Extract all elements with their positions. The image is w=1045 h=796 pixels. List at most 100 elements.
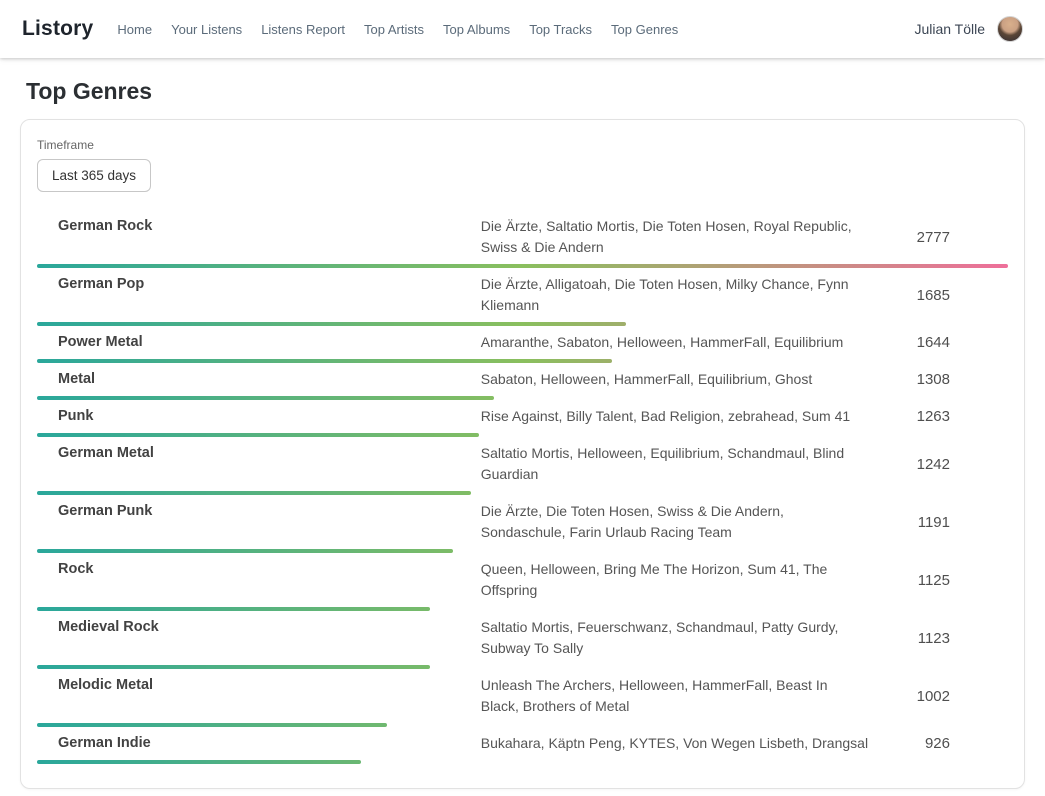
genre-row-main: PunkRise Against, Billy Talent, Bad Reli…	[37, 406, 1008, 427]
nav-item-home[interactable]: Home	[117, 22, 152, 37]
nav-item-top-genres[interactable]: Top Genres	[611, 22, 678, 37]
genre-bar-track	[37, 322, 1008, 326]
genre-bar-fill	[37, 723, 387, 727]
genre-bar-fill	[37, 359, 612, 363]
genre-count-value: 1125	[869, 572, 1008, 589]
genre-artists-label: Die Ärzte, Alligatoah, Die Toten Hosen, …	[481, 274, 869, 316]
genre-row-main: German IndieBukahara, Käptn Peng, KYTES,…	[37, 733, 1008, 754]
top-navbar: Listory Home Your Listens Listens Report To…	[0, 0, 1045, 58]
genre-row-main: MetalSabaton, Helloween, HammerFall, Equ…	[37, 369, 1008, 390]
nav-item-top-tracks[interactable]: Top Tracks	[529, 22, 592, 37]
genre-bar-track	[37, 607, 1008, 611]
genre-row: Medieval RockSaltatio Mortis, Feuerschwa…	[37, 617, 1008, 669]
app-logo[interactable]: Listory	[22, 17, 93, 41]
genre-count-value: 1644	[869, 334, 1008, 351]
genre-bar-track	[37, 264, 1008, 268]
genre-bar-track	[37, 723, 1008, 727]
genre-row-main: Medieval RockSaltatio Mortis, Feuerschwa…	[37, 617, 1008, 659]
genre-name-label: Medieval Rock	[37, 617, 481, 637]
genre-row-main: Melodic MetalUnleash The Archers, Hellow…	[37, 675, 1008, 717]
genre-bar-gradient	[37, 433, 479, 437]
genre-bar-fill	[37, 549, 453, 553]
genre-bar-gradient	[37, 760, 361, 764]
genre-bar-track	[37, 760, 1008, 764]
genre-bar-gradient	[37, 607, 430, 611]
genre-bar-gradient	[37, 549, 453, 553]
genre-artists-label: Bukahara, Käptn Peng, KYTES, Von Wegen L…	[481, 733, 869, 754]
genre-row-main: German RockDie Ärzte, Saltatio Mortis, D…	[37, 216, 1008, 258]
genre-bar-track	[37, 549, 1008, 553]
genre-count-value: 1263	[869, 408, 1008, 425]
nav-item-listens-report[interactable]: Listens Report	[261, 22, 345, 37]
genre-row: German MetalSaltatio Mortis, Helloween, …	[37, 443, 1008, 495]
genre-row: MetalSabaton, Helloween, HammerFall, Equ…	[37, 369, 1008, 400]
nav-links: Home Your Listens Listens Report Top Artist…	[117, 22, 914, 37]
genre-row: Power MetalAmaranthe, Sabaton, Helloween…	[37, 332, 1008, 363]
genre-name-label: Melodic Metal	[37, 675, 481, 695]
genre-bar-fill	[37, 396, 494, 400]
genre-bar-fill	[37, 264, 1008, 268]
genre-row: German PopDie Ärzte, Alligatoah, Die Tot…	[37, 274, 1008, 326]
genre-bar-track	[37, 665, 1008, 669]
nav-item-top-artists[interactable]: Top Artists	[364, 22, 424, 37]
genre-bar-gradient	[37, 491, 471, 495]
genre-bar-track	[37, 433, 1008, 437]
genre-count-value: 2777	[869, 229, 1008, 246]
genre-bar-fill	[37, 322, 626, 326]
genre-row: German IndieBukahara, Käptn Peng, KYTES,…	[37, 733, 1008, 764]
genre-name-label: Rock	[37, 559, 481, 579]
genre-bar-gradient	[37, 665, 430, 669]
user-name[interactable]: Julian Tölle	[914, 21, 985, 37]
genre-row-main: RockQueen, Helloween, Bring Me The Horiz…	[37, 559, 1008, 601]
genre-row: German PunkDie Ärzte, Die Toten Hosen, S…	[37, 501, 1008, 553]
genre-bar-track	[37, 359, 1008, 363]
genre-name-label: Punk	[37, 406, 481, 426]
user-area: Julian Tölle	[914, 16, 1023, 42]
nav-item-your-listens[interactable]: Your Listens	[171, 22, 242, 37]
genre-count-value: 1685	[869, 287, 1008, 304]
genre-artists-label: Amaranthe, Sabaton, Helloween, HammerFal…	[481, 332, 869, 353]
genre-artists-label: Saltatio Mortis, Feuerschwanz, Schandmau…	[481, 617, 869, 659]
genre-bar-gradient	[37, 264, 1008, 268]
page-title: Top Genres	[26, 78, 1045, 105]
genre-rows: German RockDie Ärzte, Saltatio Mortis, D…	[37, 216, 1008, 764]
genre-bar-gradient	[37, 396, 494, 400]
genre-bar-fill	[37, 665, 430, 669]
genre-count-value: 1002	[869, 688, 1008, 705]
genre-bar-gradient	[37, 359, 612, 363]
genre-artists-label: Die Ärzte, Saltatio Mortis, Die Toten Ho…	[481, 216, 869, 258]
genre-row: German RockDie Ärzte, Saltatio Mortis, D…	[37, 216, 1008, 268]
genre-row-main: German PunkDie Ärzte, Die Toten Hosen, S…	[37, 501, 1008, 543]
genre-bar-gradient	[37, 322, 626, 326]
genre-name-label: German Pop	[37, 274, 481, 294]
genre-bar-gradient	[37, 723, 387, 727]
genre-name-label: German Metal	[37, 443, 481, 463]
genre-artists-label: Queen, Helloween, Bring Me The Horizon, …	[481, 559, 869, 601]
genre-row: RockQueen, Helloween, Bring Me The Horiz…	[37, 559, 1008, 611]
timeframe-select[interactable]: Last 365 days	[37, 159, 151, 192]
genre-name-label: Metal	[37, 369, 481, 389]
genre-count-value: 926	[869, 735, 1008, 752]
timeframe-label: Timeframe	[37, 138, 1008, 152]
genre-bar-fill	[37, 607, 430, 611]
genre-artists-label: Sabaton, Helloween, HammerFall, Equilibr…	[481, 369, 869, 390]
genre-artists-label: Die Ärzte, Die Toten Hosen, Swiss & Die …	[481, 501, 869, 543]
genre-row-main: Power MetalAmaranthe, Sabaton, Helloween…	[37, 332, 1008, 353]
genre-count-value: 1308	[869, 371, 1008, 388]
genre-name-label: German Punk	[37, 501, 481, 521]
user-avatar[interactable]	[997, 16, 1023, 42]
genre-artists-label: Rise Against, Billy Talent, Bad Religion…	[481, 406, 869, 427]
genre-row: Melodic MetalUnleash The Archers, Hellow…	[37, 675, 1008, 727]
genre-count-value: 1242	[869, 456, 1008, 473]
genre-name-label: Power Metal	[37, 332, 481, 352]
genre-row-main: German PopDie Ärzte, Alligatoah, Die Tot…	[37, 274, 1008, 316]
genre-artists-label: Saltatio Mortis, Helloween, Equilibrium,…	[481, 443, 869, 485]
genre-row: PunkRise Against, Billy Talent, Bad Reli…	[37, 406, 1008, 437]
genre-bar-fill	[37, 760, 361, 764]
nav-item-top-albums[interactable]: Top Albums	[443, 22, 510, 37]
genre-bar-fill	[37, 491, 471, 495]
genre-bar-fill	[37, 433, 479, 437]
genre-bar-track	[37, 396, 1008, 400]
genre-artists-label: Unleash The Archers, Helloween, HammerFa…	[481, 675, 869, 717]
genre-bar-track	[37, 491, 1008, 495]
